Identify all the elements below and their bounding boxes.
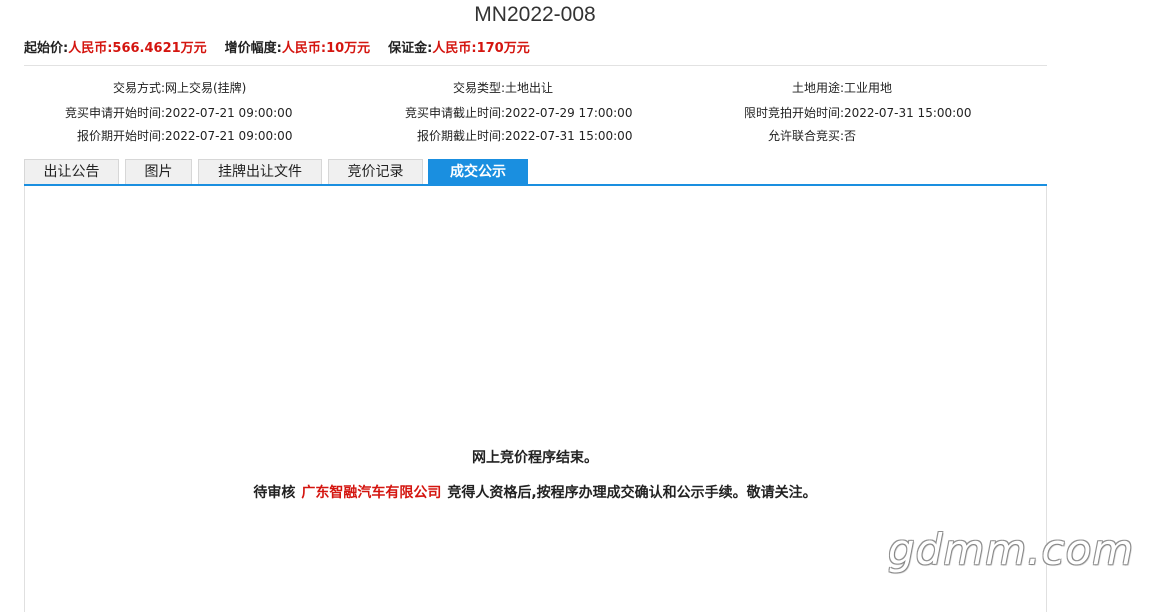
trade-type-label: 交易类型: [452, 81, 505, 95]
land-use-value: 工业用地 [844, 81, 893, 95]
trade-method-value: 网上交易(挂牌) [165, 81, 247, 95]
start-price-value: 人民币:566.4621万元 [68, 40, 207, 56]
joint-bid-field: 允许联合竞买:否 [703, 127, 856, 144]
timed-bid-start-value: 2022-07-31 15:00:00 [844, 106, 972, 120]
bidding-ended-message: 网上竞价程序结束。 [472, 450, 598, 466]
quote-end-label: 报价期截止时间: [416, 129, 505, 143]
winning-company-name: 广东智融汽车有限公司 [301, 485, 442, 501]
timed-bid-start-field: 限时竞拍开始时间:2022-07-31 15:00:00 [703, 104, 972, 121]
start-price-label: 起始价: [24, 40, 69, 56]
tab-images[interactable]: 图片 [125, 159, 192, 184]
increment-value: 人民币:10万元 [281, 40, 371, 56]
pending-review-suffix: 竞得人资格后,按程序办理成交确认和公示手续。敬请关注。 [447, 485, 817, 501]
trade-type-field: 交易类型:土地出让 [364, 79, 553, 96]
joint-bid-value: 否 [844, 129, 857, 143]
apply-end-field: 竞买申请截止时间:2022-07-29 17:00:00 [364, 104, 633, 121]
quote-end-value: 2022-07-31 15:00:00 [505, 129, 633, 143]
price-summary: 起始价: 人民币:566.4621万元 增价幅度: 人民币:10万元 保证金: … [24, 37, 548, 56]
trade-method-label: 交易方式: [112, 81, 165, 95]
apply-end-value: 2022-07-29 17:00:00 [505, 106, 633, 120]
quote-start-value: 2022-07-21 09:00:00 [165, 129, 293, 143]
tab-bar: 出让公告 图片 挂牌出让文件 竞价记录 成交公示 [24, 159, 1047, 185]
joint-bid-label: 允许联合竞买: [767, 129, 844, 143]
site-watermark: gdmm.com [888, 525, 1135, 574]
apply-start-label: 竞买申请开始时间: [64, 106, 165, 120]
tab-transfer-notice[interactable]: 出让公告 [24, 159, 119, 184]
tab-listing-documents[interactable]: 挂牌出让文件 [198, 159, 322, 184]
land-use-field: 土地用途:工业用地 [703, 79, 892, 96]
auction-detail-page: MN2022-008 起始价: 人民币:566.4621万元 增价幅度: 人民币… [0, 0, 1159, 612]
pending-review-message: 待审核 广东智融汽车有限公司 竞得人资格后,按程序办理成交确认和公示手续。敬请关注。 [0, 482, 1070, 502]
page-title: MN2022-008 [474, 3, 596, 26]
tab-bid-records[interactable]: 竞价记录 [328, 159, 423, 184]
divider [24, 65, 1047, 66]
tab-deal-announcement[interactable]: 成交公示 [428, 159, 528, 184]
apply-start-value: 2022-07-21 09:00:00 [165, 106, 293, 120]
deposit-label: 保证金: [388, 40, 433, 56]
land-use-label: 土地用途: [791, 81, 844, 95]
apply-start-field: 竞买申请开始时间:2022-07-21 09:00:00 [24, 104, 293, 121]
trade-type-value: 土地出让 [505, 81, 554, 95]
trade-method-field: 交易方式:网上交易(挂牌) [24, 79, 246, 96]
pending-review-prefix: 待审核 [253, 485, 296, 501]
quote-end-field: 报价期截止时间:2022-07-31 15:00:00 [364, 127, 633, 144]
apply-end-label: 竞买申请截止时间: [404, 106, 505, 120]
quote-start-label: 报价期开始时间: [76, 129, 165, 143]
timed-bid-start-label: 限时竞拍开始时间: [743, 106, 844, 120]
increment-label: 增价幅度: [224, 40, 282, 56]
quote-start-field: 报价期开始时间:2022-07-21 09:00:00 [24, 127, 293, 144]
deposit-value: 人民币:170万元 [432, 40, 530, 56]
